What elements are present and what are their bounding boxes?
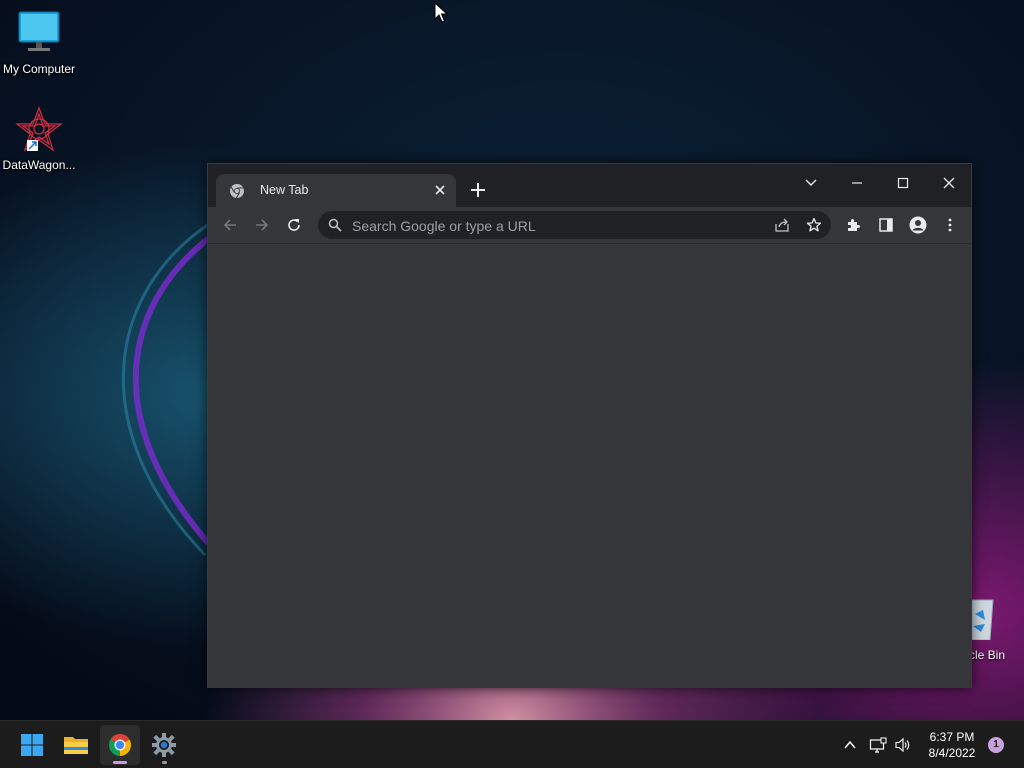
desktop-icon-label: cle Bin	[969, 648, 1006, 662]
profile-icon	[909, 216, 927, 234]
active-app-indicator	[113, 761, 127, 764]
arrow-left-icon	[223, 219, 236, 231]
desktop-icon-label: My Computer	[2, 62, 76, 76]
gear-icon	[152, 733, 176, 757]
search-icon	[328, 218, 342, 232]
tab-title: New Tab	[260, 183, 309, 197]
side-panel-button[interactable]	[873, 213, 899, 237]
arrow-right-icon	[256, 219, 269, 231]
folder-icon	[64, 737, 88, 754]
windows-start-icon	[21, 734, 43, 756]
mouse-cursor-icon	[434, 2, 448, 23]
address-bar[interactable]	[318, 211, 831, 239]
puzzle-icon	[848, 219, 860, 231]
menu-button[interactable]	[937, 213, 963, 237]
network-icon	[869, 737, 887, 753]
datawagon-app-icon	[15, 106, 63, 154]
minimize-button[interactable]	[834, 168, 880, 198]
share-button[interactable]	[770, 214, 794, 236]
clock-time: 6:37 PM	[929, 730, 975, 744]
network-status-button[interactable]	[868, 735, 888, 755]
kebab-menu-icon	[948, 218, 952, 232]
share-icon	[775, 218, 789, 232]
new-tab-button[interactable]	[469, 181, 487, 199]
back-button[interactable]	[217, 213, 243, 237]
taskbar: 6:37 PM 8/4/2022 1	[0, 720, 1024, 768]
page-content	[208, 244, 971, 688]
taskbar-chrome[interactable]	[100, 725, 140, 765]
desktop-icon-datawagon[interactable]: DataWagon...	[0, 106, 78, 172]
chevron-down-icon	[805, 179, 817, 186]
maximize-icon	[897, 177, 909, 189]
desktop-icon-label: DataWagon...	[2, 158, 76, 172]
minimize-icon	[852, 182, 862, 184]
system-clock[interactable]: 6:37 PM 8/4/2022	[920, 729, 984, 761]
desktop-icon-my-computer[interactable]: My Computer	[0, 10, 78, 76]
browser-titlebar[interactable]: New Tab	[208, 164, 971, 207]
monitor-icon	[15, 10, 63, 58]
show-hidden-icons-button[interactable]	[840, 735, 860, 755]
browser-window: New Tab	[207, 163, 972, 688]
close-window-button[interactable]	[926, 168, 972, 198]
close-icon	[943, 177, 955, 189]
star-icon	[806, 217, 822, 232]
bookmark-button[interactable]	[802, 214, 826, 236]
taskbar-file-explorer[interactable]	[56, 725, 96, 765]
reload-button[interactable]	[281, 213, 307, 237]
notification-badge[interactable]: 1	[988, 737, 1004, 753]
clock-date: 8/4/2022	[928, 746, 976, 760]
chevron-up-icon	[844, 740, 856, 749]
forward-button[interactable]	[249, 213, 275, 237]
chrome-favicon-icon	[229, 183, 245, 199]
running-app-indicator	[162, 761, 167, 764]
side-panel-icon	[879, 218, 893, 232]
tab-close-icon[interactable]	[432, 182, 448, 198]
chrome-icon	[109, 734, 131, 756]
maximize-button[interactable]	[880, 168, 926, 198]
volume-button[interactable]	[893, 735, 913, 755]
extensions-button[interactable]	[841, 213, 867, 237]
start-button[interactable]	[12, 725, 52, 765]
taskbar-settings[interactable]	[144, 725, 184, 765]
speaker-icon	[895, 737, 910, 753]
address-input[interactable]	[350, 215, 734, 237]
tab-search-button[interactable]	[788, 168, 834, 198]
tab-new-tab[interactable]: New Tab	[216, 174, 456, 207]
browser-toolbar	[208, 207, 971, 244]
reload-icon	[288, 219, 300, 231]
profile-button[interactable]	[905, 213, 931, 237]
